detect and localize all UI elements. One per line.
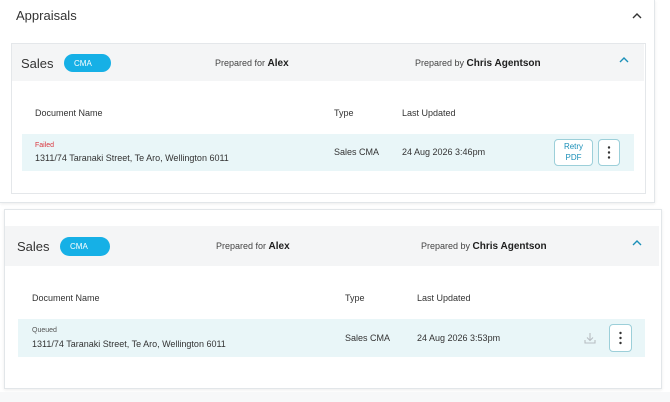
document-updated: 24 Aug 2026 3:53pm — [417, 333, 501, 343]
card-collapse-chevron-up-icon[interactable] — [631, 239, 645, 249]
document-type: Sales CMA — [345, 333, 391, 343]
column-header-last-updated: Last Updated — [402, 108, 456, 118]
section-title: Appraisals — [16, 8, 77, 23]
column-header-document-name: Document Name — [35, 108, 103, 118]
cma-badge: CMA — [64, 54, 111, 72]
document-address: 1311/74 Taranaki Street, Te Aro, Welling… — [35, 153, 229, 163]
card-title: Sales — [21, 56, 54, 71]
document-address: 1311/74 Taranaki Street, Te Aro, Welling… — [32, 339, 226, 349]
table-row[interactable] — [18, 319, 645, 357]
more-vertical-icon — [599, 140, 619, 165]
card-title: Sales — [17, 239, 50, 254]
column-header-document-name: Document Name — [32, 293, 100, 303]
prepared-by-label: Prepared by — [415, 58, 465, 68]
card-collapse-chevron-up-icon[interactable] — [618, 56, 632, 66]
section-collapse-chevron-up-icon[interactable] — [631, 12, 645, 22]
retry-pdf-button[interactable]: Retry PDF — [554, 139, 593, 166]
more-vertical-icon — [610, 325, 631, 351]
cma-badge: CMA — [60, 237, 110, 256]
document-type: Sales CMA — [334, 147, 380, 157]
more-options-button[interactable] — [598, 139, 620, 166]
page-footer-gap — [0, 392, 670, 402]
prepared-for-name: Alex — [268, 241, 290, 252]
prepared-by: Prepared by Chris Agentson — [415, 58, 541, 69]
document-updated: 24 Aug 2026 3:46pm — [402, 147, 486, 157]
status-queued: Queued — [32, 327, 57, 334]
column-header-type: Type — [345, 293, 365, 303]
badge-label: CMA — [70, 242, 88, 251]
column-header-last-updated: Last Updated — [417, 293, 471, 303]
prepared-for: Prepared for Alex — [216, 241, 290, 252]
badge-label: CMA — [74, 58, 92, 68]
prepared-by-label: Prepared by — [421, 241, 471, 251]
download-icon[interactable] — [583, 331, 597, 345]
status-failed: Failed — [35, 142, 55, 149]
retry-pdf-label-1: Retry — [563, 142, 584, 151]
prepared-for-label: Prepared for — [215, 58, 266, 68]
retry-pdf-label-2: PDF — [565, 153, 582, 162]
prepared-for: Prepared for Alex — [215, 58, 289, 69]
more-options-button[interactable] — [609, 324, 632, 352]
prepared-by-name: Chris Agentson — [466, 58, 541, 69]
column-header-type: Type — [334, 108, 354, 118]
prepared-by: Prepared by Chris Agentson — [421, 241, 547, 252]
prepared-for-name: Alex — [267, 58, 289, 69]
prepared-by-name: Chris Agentson — [472, 241, 547, 252]
prepared-for-label: Prepared for — [216, 241, 267, 251]
